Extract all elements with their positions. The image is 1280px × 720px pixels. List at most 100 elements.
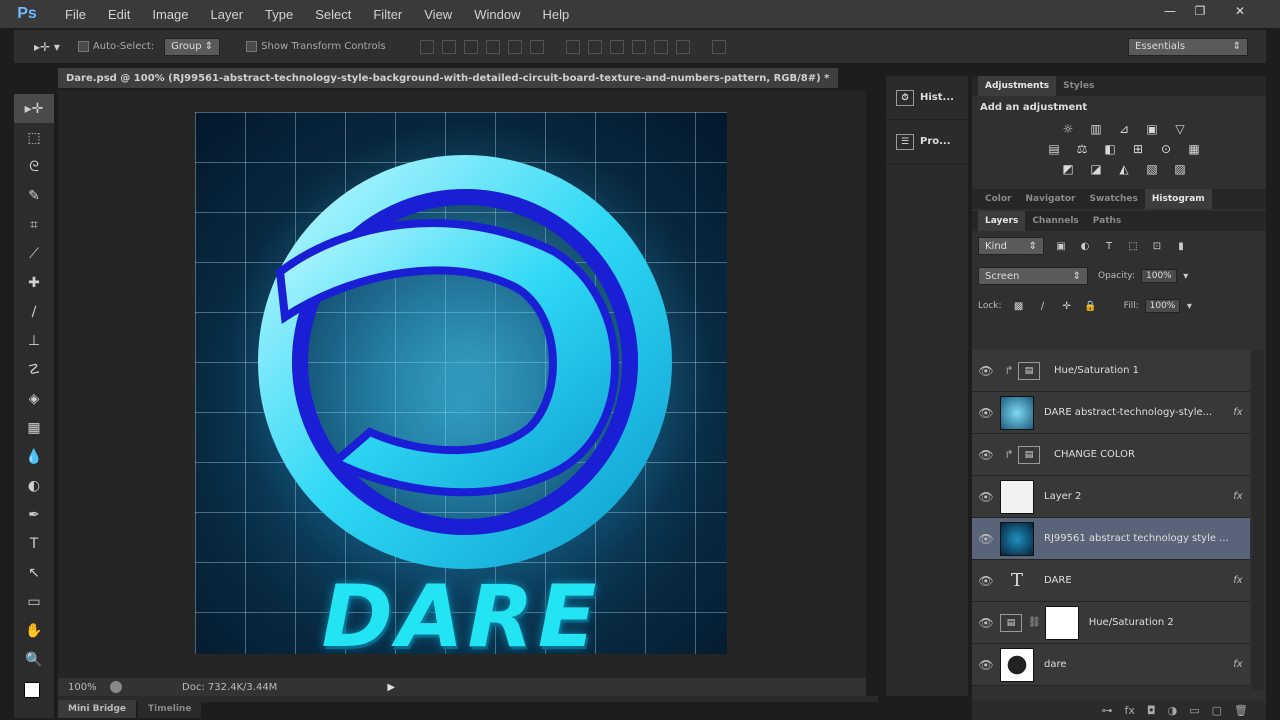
align-top-icon[interactable] [419, 39, 434, 54]
minimize-icon[interactable]: — [1155, 0, 1185, 22]
layer-row[interactable]: 👁 ↱ ▤ CHANGE COLOR [972, 434, 1250, 476]
fill-dropdown-icon[interactable]: ▾ [1182, 299, 1196, 313]
layers-scrollbar[interactable] [1252, 350, 1264, 690]
selective-color-icon[interactable]: ▧ [1144, 162, 1160, 176]
tab-histogram[interactable]: Histogram [1144, 189, 1212, 209]
filter-type-icon[interactable]: T [1102, 239, 1116, 253]
filter-pixel-icon[interactable]: ▣ [1054, 239, 1068, 253]
align-vcenter-icon[interactable] [441, 39, 456, 54]
crop-icon[interactable]: ⌗ [14, 210, 54, 239]
lock-position-icon[interactable]: ✛ [1060, 299, 1074, 313]
menu-layer[interactable]: Layer [200, 7, 255, 22]
distribute-left-icon[interactable] [631, 39, 646, 54]
visibility-eye-icon[interactable]: 👁 [972, 448, 1000, 462]
brightness-icon[interactable]: ☼ [1060, 122, 1076, 136]
layer-name[interactable]: Hue/Saturation 2 [1089, 617, 1250, 628]
distribute-hcenter-icon[interactable] [653, 39, 668, 54]
kind-filter-dropdown[interactable]: Kind ⇕ [978, 237, 1044, 255]
eraser-icon[interactable]: ◈ [14, 384, 54, 413]
align-bottom-icon[interactable] [463, 39, 478, 54]
layer-name[interactable]: Hue/Saturation 1 [1054, 365, 1250, 376]
opacity-dropdown-icon[interactable]: ▾ [1179, 269, 1193, 283]
layer-row[interactable]: 👁 DARE abstract-technology-style... fx [972, 392, 1250, 434]
new-group-icon[interactable]: ▭ [1189, 704, 1199, 717]
show-transform-checkbox[interactable] [246, 40, 261, 53]
layer-name[interactable]: CHANGE COLOR [1054, 449, 1250, 460]
menu-select[interactable]: Select [304, 7, 362, 22]
tab-color[interactable]: Color [978, 189, 1019, 209]
posterize-icon[interactable]: ◪ [1088, 162, 1104, 176]
close-document-icon[interactable]: × [837, 73, 838, 84]
brush-icon[interactable]: ∕ [14, 297, 54, 326]
history-brush-icon[interactable]: ☡ [14, 355, 54, 384]
blur-icon[interactable]: 💧 [14, 442, 54, 471]
distribute-vcenter-icon[interactable] [587, 39, 602, 54]
threshold-icon[interactable]: ◭ [1116, 162, 1132, 176]
channel-mixer-icon[interactable]: ⊙ [1158, 142, 1174, 156]
tab-timeline[interactable]: Timeline [138, 700, 202, 718]
status-menu-arrow-icon[interactable]: ▶ [387, 682, 395, 693]
distribute-top-icon[interactable] [565, 39, 580, 54]
auto-select-checkbox[interactable] [77, 40, 93, 53]
visibility-eye-icon[interactable]: 👁 [972, 658, 1000, 672]
hue-saturation-icon[interactable]: ▤ [1046, 142, 1062, 156]
link-layers-icon[interactable]: ⊶ [1102, 704, 1113, 717]
layer-row-selected[interactable]: 👁 RJ99561 abstract technology style ... [972, 518, 1250, 560]
color-lookup-icon[interactable]: ▦ [1186, 142, 1202, 156]
mask-link-icon[interactable]: ⛓ [1028, 617, 1041, 628]
curves-icon[interactable]: ⊿ [1116, 122, 1132, 136]
visibility-eye-icon[interactable]: 👁 [972, 406, 1000, 420]
menu-image[interactable]: Image [141, 7, 199, 22]
layer-mask-thumbnail[interactable] [1044, 605, 1079, 640]
filter-toggle-icon[interactable]: ▮ [1174, 239, 1188, 253]
tab-paths[interactable]: Paths [1086, 211, 1129, 231]
lock-transparency-icon[interactable]: ▩ [1012, 299, 1026, 313]
align-right-icon[interactable] [529, 39, 544, 54]
distribute-bottom-icon[interactable] [609, 39, 624, 54]
auto-align-icon[interactable] [711, 39, 726, 54]
new-layer-icon[interactable]: ▢ [1212, 704, 1222, 717]
zoom-icon[interactable]: 🔍 [14, 645, 54, 674]
hand-icon[interactable]: ✋ [14, 616, 54, 645]
status-info-icon[interactable] [110, 681, 122, 693]
path-select-icon[interactable]: ↖ [14, 558, 54, 587]
align-left-icon[interactable] [485, 39, 500, 54]
levels-icon[interactable]: ▥ [1088, 122, 1104, 136]
layer-name[interactable]: RJ99561 abstract technology style ... [1044, 533, 1250, 544]
quick-select-icon[interactable]: ✎ [14, 181, 54, 210]
layer-name[interactable]: Layer 2 [1044, 491, 1226, 502]
lock-all-icon[interactable]: 🔒 [1084, 299, 1098, 313]
lock-pixels-icon[interactable]: ∕ [1036, 299, 1050, 313]
workspace-dropdown[interactable]: Essentials ⇕ [1128, 37, 1248, 56]
color-balance-icon[interactable]: ⚖ [1074, 142, 1090, 156]
opacity-input[interactable]: 100% [1141, 269, 1177, 283]
menu-help[interactable]: Help [531, 7, 580, 22]
gradient-map-icon[interactable]: ▨ [1172, 162, 1188, 176]
menu-window[interactable]: Window [463, 7, 531, 22]
pen-icon[interactable]: ✒ [14, 500, 54, 529]
layer-row[interactable]: 👁 T DARE fx [972, 560, 1250, 602]
lasso-icon[interactable]: ᘓ [14, 152, 54, 181]
dodge-icon[interactable]: ◐ [14, 471, 54, 500]
tab-swatches[interactable]: Swatches [1083, 189, 1145, 209]
foreground-color-swatch[interactable] [24, 682, 40, 698]
menu-filter[interactable]: Filter [362, 7, 413, 22]
artwork[interactable]: DARE [195, 112, 727, 654]
new-adjustment-icon[interactable]: ◑ [1168, 704, 1178, 717]
layer-effects-icon[interactable]: fx [1226, 575, 1250, 586]
tab-layers[interactable]: Layers [978, 211, 1026, 231]
menu-type[interactable]: Type [254, 7, 304, 22]
document-tab[interactable]: Dare.psd @ 100% (RJ99561-abstract-techno… [58, 68, 838, 88]
move-icon[interactable]: ▸✛ [14, 94, 54, 123]
layer-effects-icon[interactable]: fx [1226, 659, 1250, 670]
layer-effects-icon[interactable]: fx [1226, 407, 1250, 418]
visibility-eye-icon[interactable]: 👁 [972, 490, 1000, 504]
tab-styles[interactable]: Styles [1056, 76, 1101, 96]
stamp-icon[interactable]: ⊥ [14, 326, 54, 355]
invert-icon[interactable]: ◩ [1060, 162, 1076, 176]
eyedropper-icon[interactable]: ⟋ [14, 239, 54, 268]
tab-mini-bridge[interactable]: Mini Bridge [58, 700, 137, 718]
layer-effects-icon[interactable]: fx [1226, 491, 1250, 502]
shape-icon[interactable]: ▭ [14, 587, 54, 616]
auto-select-dropdown[interactable]: Group ⇕ [164, 37, 221, 56]
